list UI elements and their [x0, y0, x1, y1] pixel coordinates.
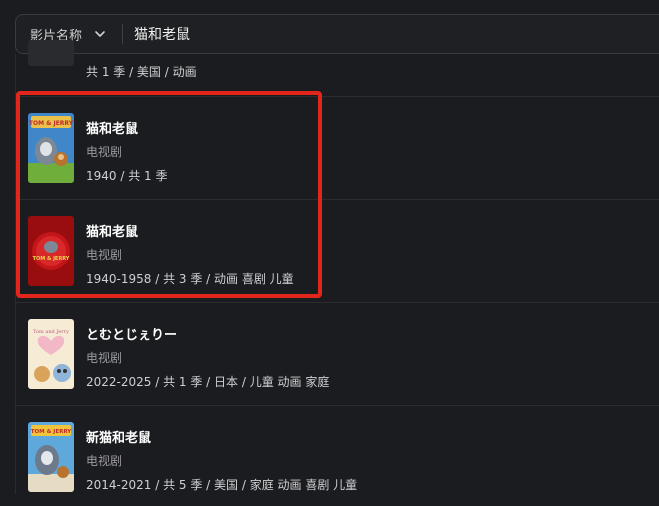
item-type: 电视剧	[86, 454, 123, 468]
results-list: 共 1 季 / 美国 / 动画 TOM & JERRY 猫和老鼠 电视剧 194…	[15, 40, 659, 506]
item-meta: 2022-2025 / 共 1 季 / 日本 / 儿童 动画 家庭	[86, 375, 330, 389]
list-item[interactable]: TOM & JERRY 猫和老鼠 电视剧 1940-1958 / 共 3 季 /…	[15, 200, 659, 303]
poster-image	[28, 40, 74, 66]
item-type: 电视剧	[86, 248, 123, 262]
poster-logo: TOM & JERRY	[29, 120, 74, 127]
list-item[interactable]: 共 1 季 / 美国 / 动画	[15, 0, 659, 97]
poster-image: Tom and Jerry	[28, 319, 74, 389]
poster-logo: Tom and Jerry	[33, 329, 69, 335]
item-meta: 共 1 季 / 美国 / 动画	[86, 65, 197, 79]
app-root: 影片名称 共 1 季 / 美国 / 动画 TOM & JERRY	[0, 0, 659, 506]
poster-image: TOM & JERRY	[28, 113, 74, 183]
item-title: 新猫和老鼠	[86, 431, 152, 446]
list-item[interactable]: Tom and Jerry とむとじぇりー 电视剧 2022-2025 / 共 …	[15, 303, 659, 406]
item-title: 猫和老鼠	[86, 225, 139, 240]
poster-logo: TOM & JERRY	[31, 429, 72, 435]
poster-image: TOM & JERRY	[28, 216, 74, 286]
list-item[interactable]: TOM & JERRY 新猫和老鼠 电视剧 2014-2021 / 共 5 季 …	[15, 406, 659, 506]
poster-image: TOM & JERRY	[28, 422, 74, 492]
item-type: 电视剧	[86, 351, 123, 365]
item-meta: 1940 / 共 1 季	[86, 169, 168, 183]
poster-logo: TOM & JERRY	[33, 256, 70, 262]
list-item[interactable]: TOM & JERRY 猫和老鼠 电视剧 1940 / 共 1 季	[15, 97, 659, 200]
item-title: 猫和老鼠	[86, 122, 139, 137]
item-meta: 1940-1958 / 共 3 季 / 动画 喜剧 儿童	[86, 272, 294, 286]
item-meta: 2014-2021 / 共 5 季 / 美国 / 家庭 动画 喜剧 儿童	[86, 478, 358, 492]
item-title: とむとじぇりー	[86, 328, 178, 343]
item-type: 电视剧	[86, 145, 123, 159]
